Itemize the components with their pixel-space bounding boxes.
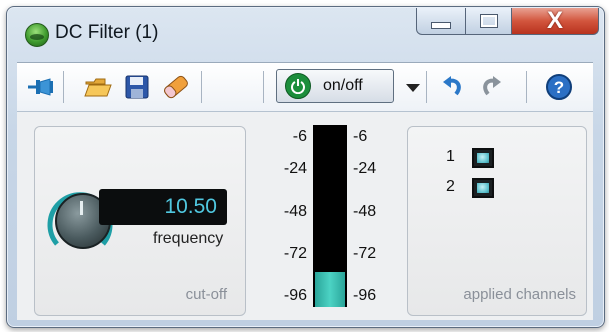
app-globe-icon <box>25 23 49 47</box>
cutoff-section-label: cut-off <box>185 286 227 303</box>
toolbar-separator <box>426 71 427 103</box>
save-button[interactable] <box>121 72 153 102</box>
open-folder-icon <box>84 78 112 97</box>
svg-text:?: ? <box>554 78 564 97</box>
pin-icon <box>28 78 53 96</box>
undo-button[interactable] <box>437 72 469 102</box>
meter-fill <box>315 272 345 307</box>
toolbar-separator <box>63 71 64 103</box>
meter-scale-left: -24 <box>283 160 307 177</box>
channel-1-toggle[interactable] <box>472 148 494 168</box>
redo-icon <box>483 76 501 96</box>
close-button[interactable]: X <box>511 8 599 35</box>
channel-number: 2 <box>446 178 455 195</box>
onoff-label: on/off <box>323 77 363 94</box>
maximize-icon <box>479 14 498 28</box>
power-glyph <box>291 79 305 94</box>
frequency-display[interactable]: 10.50 <box>99 189 227 225</box>
pin-button[interactable] <box>25 73 57 101</box>
title-bar[interactable]: DC Filter (1) X <box>7 7 604 53</box>
open-button[interactable] <box>81 72 115 102</box>
window-title: DC Filter (1) <box>55 22 159 43</box>
help-icon: ? <box>546 74 572 100</box>
save-disk-icon <box>125 75 149 99</box>
cutoff-panel: 10.50 frequency cut-off <box>34 126 246 316</box>
meter-scale-right: -96 <box>353 287 377 304</box>
help-button[interactable]: ? <box>543 71 575 103</box>
toolbar-separator <box>263 71 264 103</box>
meter-scale-right: -72 <box>353 245 377 262</box>
power-icon <box>285 73 311 99</box>
level-meter <box>313 125 347 307</box>
meter-scale-left: -96 <box>283 287 307 304</box>
maximize-button[interactable] <box>465 8 512 35</box>
channel-number: 1 <box>446 148 455 165</box>
channels-panel: 1 2 applied channels <box>407 126 587 316</box>
close-icon: X <box>546 7 563 34</box>
toolbar-separator <box>201 71 202 103</box>
meter-scale-left: -72 <box>283 245 307 262</box>
redo-button[interactable] <box>475 72 507 102</box>
undo-icon <box>443 76 461 96</box>
onoff-button[interactable]: on/off <box>276 69 394 103</box>
chevron-down-icon[interactable] <box>406 84 420 92</box>
toolbar-separator <box>526 71 527 103</box>
meter-scale-left: -6 <box>292 128 307 145</box>
channels-section-label: applied channels <box>463 286 576 303</box>
channel-2-toggle[interactable] <box>472 178 494 198</box>
toolbar: on/off ? <box>17 62 593 112</box>
minimize-button[interactable] <box>416 8 466 35</box>
frequency-label: frequency <box>153 230 224 247</box>
reset-button[interactable] <box>159 72 193 102</box>
plugin-body: 10.50 frequency cut-off -6 -24 -48 -72 -… <box>17 112 593 320</box>
reset-eraser-icon <box>164 75 188 99</box>
minimize-icon <box>431 21 451 29</box>
meter-scale-right: -6 <box>353 128 368 145</box>
meter-scale-left: -48 <box>283 203 307 220</box>
meter-scale-right: -48 <box>353 203 377 220</box>
meter-scale-right: -24 <box>353 160 377 177</box>
